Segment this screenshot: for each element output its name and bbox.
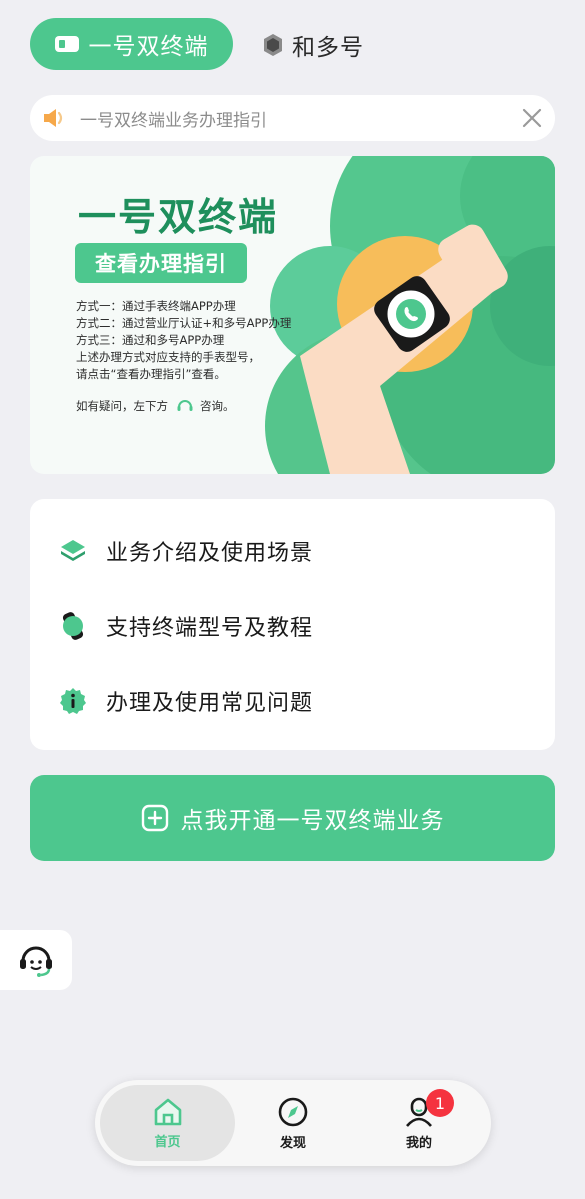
menu-item-label: 支持终端型号及教程 — [106, 616, 314, 641]
inquiry-hint: 如有疑问，左下方 咨询。 — [76, 398, 235, 414]
promo-banner[interactable]: 一号双终端 查看办理指引 方式一：通过手表终端APP办理 方式二：通过营业厅认证… — [30, 156, 555, 474]
notice-text[interactable]: 一号双终端业务办理指引 — [80, 106, 521, 131]
nav-label: 首页 — [154, 1134, 181, 1150]
inquiry-prefix: 如有疑问，左下方 — [76, 399, 168, 413]
open-service-button[interactable]: 点我开通一号双终端业务 — [30, 775, 555, 861]
nav-label: 发现 — [279, 1135, 306, 1151]
service-menu: 业务介绍及使用场景 支持终端型号及教程 办理及使用常见问题 — [30, 499, 555, 750]
method-line: 请点击“查看办理指引”查看。 — [76, 367, 226, 381]
nav-mine[interactable]: 我的 — [353, 1080, 485, 1166]
floating-customer-service-button[interactable] — [0, 930, 72, 990]
method-line: 方式一：通过手表终端APP办理 — [76, 299, 236, 313]
method-line: 上述办理方式对应支持的手表型号， — [76, 350, 260, 364]
view-guide-button[interactable]: 查看办理指引 — [75, 243, 247, 283]
watch-icon — [58, 611, 88, 641]
nav-discover[interactable]: 发现 — [227, 1080, 359, 1166]
sim-card-icon — [54, 36, 79, 52]
nav-label: 我的 — [405, 1135, 432, 1151]
customer-service-icon — [177, 400, 193, 411]
compass-icon — [278, 1097, 308, 1126]
layers-icon — [58, 536, 88, 566]
method-line: 方式三：通过和多号APP办理 — [76, 333, 225, 347]
watch-hex-icon — [264, 34, 282, 56]
handling-methods: 方式一：通过手表终端APP办理 方式二：通过营业厅认证+和多号APP办理 方式三… — [76, 298, 291, 383]
menu-item-intro[interactable]: 业务介绍及使用场景 — [58, 534, 313, 568]
speaker-icon — [44, 109, 63, 127]
info-badge-icon — [58, 686, 88, 716]
menu-item-faq[interactable]: 办理及使用常见问题 — [58, 684, 313, 718]
method-line: 方式二：通过营业厅认证+和多号APP办理 — [76, 316, 292, 330]
nav-home[interactable]: 首页 — [100, 1085, 235, 1161]
inquiry-suffix: 咨询。 — [200, 399, 235, 413]
open-service-label: 点我开通一号双终端业务 — [180, 808, 445, 834]
tab-label: 一号双终端 — [88, 34, 209, 60]
menu-item-devices[interactable]: 支持终端型号及教程 — [58, 609, 313, 643]
tab-one-number-dual-terminal[interactable]: 一号双终端 — [30, 18, 233, 70]
tab-multi-number[interactable]: 和多号 — [262, 28, 364, 62]
menu-item-label: 办理及使用常见问题 — [106, 691, 314, 716]
tab-label: 和多号 — [292, 35, 364, 61]
banner-headline: 一号双终端 — [78, 195, 279, 239]
close-icon[interactable] — [521, 107, 543, 129]
notice-bar: 一号双终端业务办理指引 — [30, 95, 555, 141]
headset-icon — [20, 946, 52, 977]
menu-item-label: 业务介绍及使用场景 — [106, 541, 314, 566]
notification-badge: 1 — [426, 1089, 454, 1117]
bottom-navigation: 首页 发现 我的 1 — [95, 1080, 491, 1166]
home-icon — [154, 1098, 181, 1125]
plus-square-icon — [141, 804, 168, 832]
